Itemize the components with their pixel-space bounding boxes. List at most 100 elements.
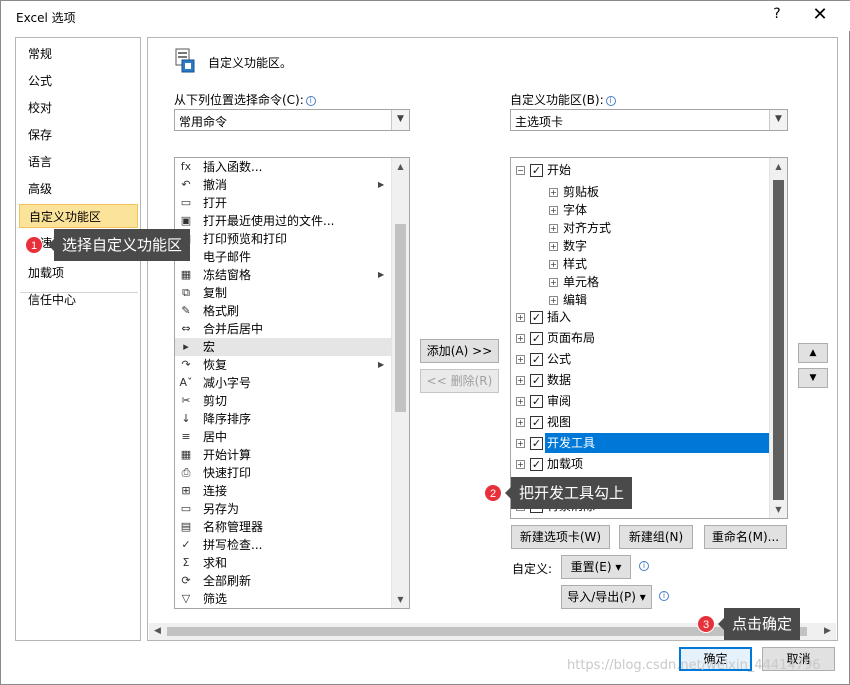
tab-checkbox[interactable]: ✓ <box>530 164 543 177</box>
tab-checkbox[interactable]: ✓ <box>530 395 543 408</box>
command-item[interactable]: ⧉ 复制 <box>175 284 391 302</box>
ribbon-tab-node[interactable]: + ✓ 审阅 <box>511 391 769 411</box>
command-item[interactable]: fx 插入函数... <box>175 158 391 176</box>
ribbon-tabs-combo[interactable]: 主选项卡 ▼ <box>510 109 788 131</box>
expand-icon[interactable]: + <box>549 206 558 215</box>
command-item[interactable]: ✉电子邮件 <box>175 248 391 266</box>
import-export-button[interactable]: 导入/导出(P) ▾ <box>561 585 652 609</box>
ribbon-group-node[interactable]: + 对齐方式 <box>511 218 769 238</box>
expand-icon[interactable]: + <box>516 313 525 322</box>
ribbon-tab-node[interactable]: + ✓ 页面布局 <box>511 328 769 348</box>
command-item[interactable]: ⇔ 合并后居中 <box>175 320 391 338</box>
expand-icon[interactable]: + <box>516 418 525 427</box>
tab-checkbox[interactable]: ✓ <box>530 416 543 429</box>
command-item[interactable]: Σ 求和 <box>175 554 391 572</box>
ribbon-tab-node[interactable]: + ✓ 数据 <box>511 370 769 390</box>
command-item[interactable]: Aˇ 减小字号 <box>175 374 391 392</box>
tab-checkbox[interactable]: ✓ <box>530 437 543 450</box>
collapse-icon[interactable]: − <box>516 166 525 175</box>
command-item[interactable]: ✓ 拼写检查... <box>175 536 391 554</box>
scroll-down-icon[interactable]: ▼ <box>770 501 787 518</box>
command-item[interactable]: ▤打印预览和打印 <box>175 230 391 248</box>
ribbon-group-node[interactable]: + 单元格 <box>511 272 769 292</box>
scroll-down-icon[interactable]: ▼ <box>392 591 409 608</box>
command-item[interactable]: ✎ 格式刷 <box>175 302 391 320</box>
command-item[interactable]: ⎙ 快速打印 <box>175 464 391 482</box>
nav-item[interactable]: 常规 <box>16 42 140 66</box>
nav-item[interactable]: 高级 <box>16 177 140 201</box>
commands-list[interactable]: ▲ ▼ fx插入函数...↶撤消▶▭打开▣打开最近使用过的文件...▤打印预览和… <box>174 157 410 609</box>
ribbon-tab-node[interactable]: − ✓ 开始 <box>511 160 769 180</box>
ribbon-tab-node[interactable]: + ✓ 视图 <box>511 412 769 432</box>
command-item[interactable]: ▭ 打开 <box>175 194 391 212</box>
reset-button[interactable]: 重置(E) ▾ <box>561 555 631 579</box>
remove-button[interactable]: << 删除(R) <box>420 369 499 393</box>
command-item[interactable]: ▽ 筛选 <box>175 590 391 608</box>
tab-checkbox[interactable]: ✓ <box>530 311 543 324</box>
add-button[interactable]: 添加(A) >> <box>420 339 499 363</box>
expand-icon[interactable]: + <box>549 242 558 251</box>
ribbon-group-node[interactable]: + 字体 <box>511 200 769 220</box>
new-tab-button[interactable]: 新建选项卡(W) <box>511 525 610 549</box>
commands-scrollbar[interactable]: ▲ ▼ <box>391 158 409 608</box>
command-item[interactable]: ▤ 名称管理器 <box>175 518 391 536</box>
expand-icon[interactable]: + <box>516 334 525 343</box>
ribbon-tab-node[interactable]: + ✓ 公式 <box>511 349 769 369</box>
command-item[interactable]: ✂ 剪切 <box>175 392 391 410</box>
command-item[interactable]: ▣ 打开最近使用过的文件... <box>175 212 391 230</box>
chevron-down-icon[interactable]: ▼ <box>769 110 787 130</box>
expand-icon[interactable]: + <box>516 439 525 448</box>
nav-item[interactable]: 保存 <box>16 123 140 147</box>
ribbon-tab-node[interactable]: + ✓ 加载项 <box>511 454 769 474</box>
close-icon[interactable]: ✕ <box>809 4 831 25</box>
command-item[interactable]: ▸ 宏 <box>175 338 391 356</box>
tab-checkbox[interactable]: ✓ <box>530 458 543 471</box>
scroll-right-icon[interactable]: ▶ <box>819 623 836 640</box>
tab-checkbox[interactable]: ✓ <box>530 353 543 366</box>
expand-icon[interactable]: + <box>516 376 525 385</box>
command-item[interactable]: ⟳ 全部刷新 <box>175 572 391 590</box>
command-item[interactable]: ≡ 居中 <box>175 428 391 446</box>
move-down-button[interactable]: ▼ <box>798 368 828 388</box>
expand-icon[interactable]: + <box>549 188 558 197</box>
rename-button[interactable]: 重命名(M)... <box>704 525 787 549</box>
expand-icon[interactable]: + <box>516 355 525 364</box>
nav-item[interactable]: 语言 <box>16 150 140 174</box>
choose-commands-combo[interactable]: 常用命令 ▼ <box>174 109 410 131</box>
command-item[interactable]: ↶ 撤消 ▶ <box>175 176 391 194</box>
expand-icon[interactable]: + <box>549 296 558 305</box>
chevron-down-icon[interactable]: ▼ <box>391 110 409 130</box>
command-item[interactable]: ⊞ 连接 <box>175 482 391 500</box>
help-icon[interactable]: ? <box>769 6 785 22</box>
nav-item[interactable]: 自定义功能区 <box>19 204 138 228</box>
ribbon-tree[interactable]: ▲ ▼ − ✓ 开始 + 剪贴板 + 字体 + 对齐方式 + 数字 + 样式 + 单元格 + 编辑 + ✓ 插入 + ✓ 页… <box>510 157 788 519</box>
tab-checkbox[interactable]: ✓ <box>530 332 543 345</box>
scroll-up-icon[interactable]: ▲ <box>770 158 787 175</box>
nav-item[interactable]: 校对 <box>16 96 140 120</box>
command-item[interactable]: ↷ 恢复 ▶ <box>175 356 391 374</box>
command-item[interactable]: ↓ 降序排序 <box>175 410 391 428</box>
scroll-thumb[interactable] <box>395 224 406 412</box>
scroll-up-icon[interactable]: ▲ <box>392 158 409 175</box>
nav-item[interactable]: 加载项 <box>16 261 140 285</box>
scroll-thumb[interactable] <box>773 180 784 500</box>
expand-icon[interactable]: + <box>516 397 525 406</box>
expand-icon[interactable]: + <box>549 224 558 233</box>
expand-icon[interactable]: + <box>549 260 558 269</box>
expand-icon[interactable]: + <box>549 278 558 287</box>
nav-item[interactable]: 公式 <box>16 69 140 93</box>
ribbon-tab-node[interactable]: + ✓ 插入 <box>511 307 769 327</box>
command-item[interactable]: ▦ 冻结窗格 ▶ <box>175 266 391 284</box>
scroll-left-icon[interactable]: ◀ <box>149 623 166 640</box>
ribbon-group-node[interactable]: + 数字 <box>511 236 769 256</box>
tab-checkbox[interactable]: ✓ <box>530 374 543 387</box>
command-item[interactable]: ▭ 另存为 <box>175 500 391 518</box>
tree-scrollbar[interactable]: ▲ ▼ <box>769 158 787 518</box>
ribbon-group-node[interactable]: + 剪贴板 <box>511 182 769 202</box>
move-up-button[interactable]: ▲ <box>798 343 828 363</box>
command-item[interactable]: ▦ 开始计算 <box>175 446 391 464</box>
new-group-button[interactable]: 新建组(N) <box>619 525 693 549</box>
expand-icon[interactable]: + <box>516 460 525 469</box>
ribbon-tab-node[interactable]: + ✓ 开发工具 <box>511 433 769 453</box>
ribbon-group-node[interactable]: + 样式 <box>511 254 769 274</box>
